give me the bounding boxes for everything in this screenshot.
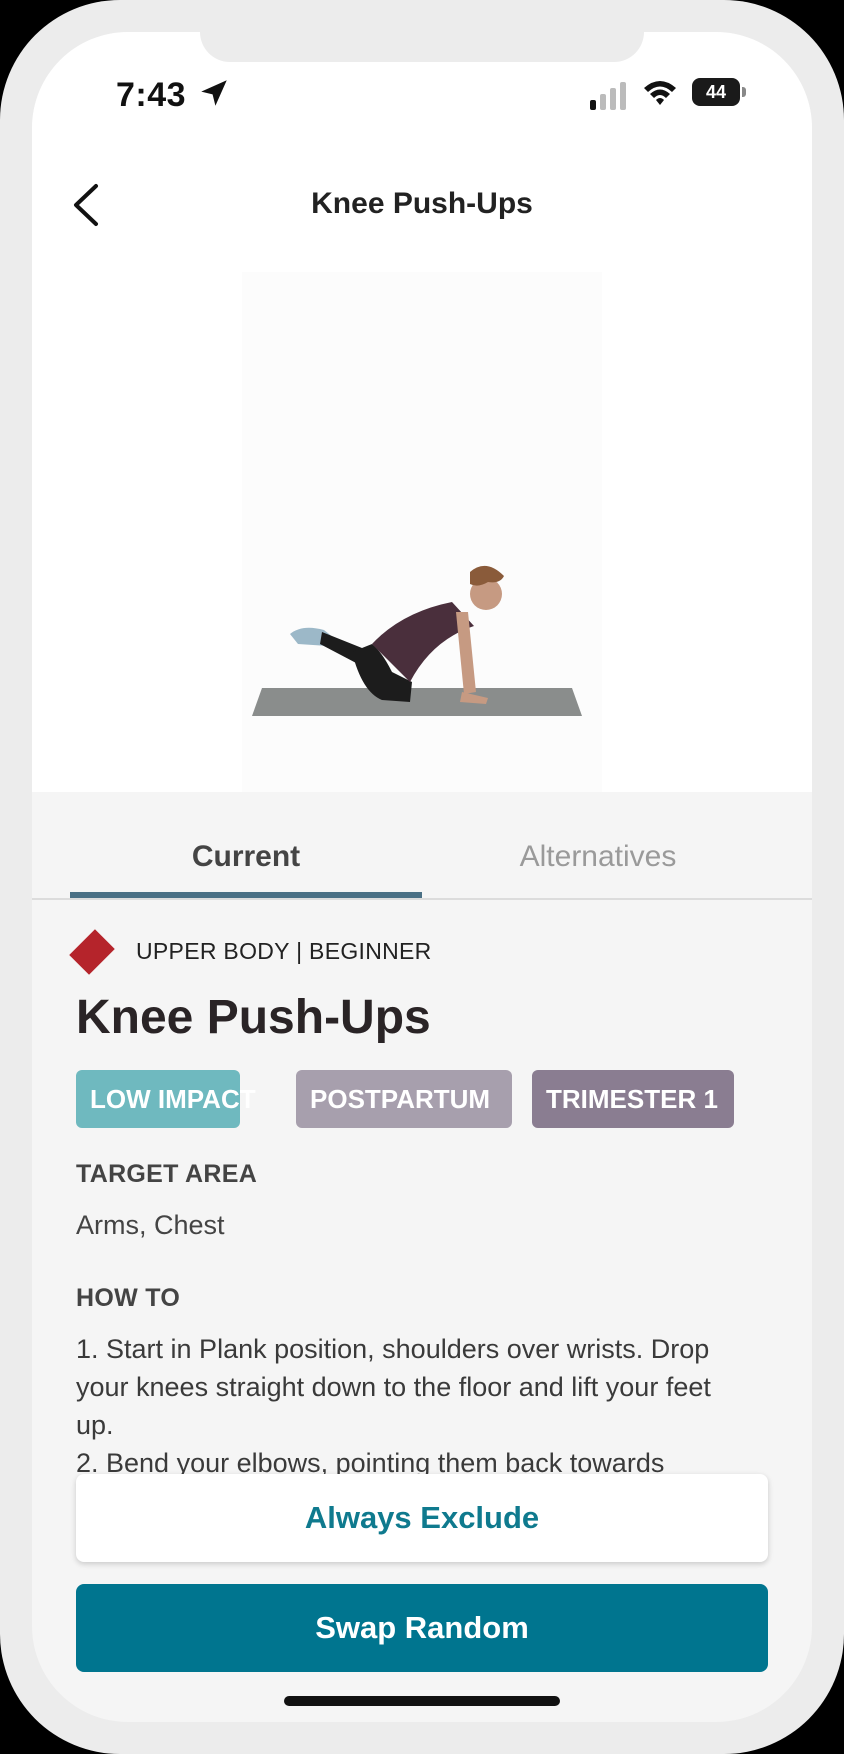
category-label: UPPER BODY | BEGINNER — [136, 938, 432, 964]
how-to-instructions: 1. Start in Plank position, shoulders ov… — [76, 1330, 716, 1478]
page-title: Knee Push-Ups — [311, 187, 533, 220]
battery-icon: 44 — [692, 78, 746, 106]
always-exclude-button[interactable]: Always Exclude — [76, 1474, 768, 1562]
target-area-label: TARGET AREA — [76, 1160, 258, 1188]
device-notch — [200, 32, 644, 62]
tag-low-impact: LOW IMPACT — [76, 1070, 256, 1128]
tab-divider — [32, 898, 812, 900]
home-indicator[interactable] — [284, 1696, 560, 1706]
target-area-value: Arms, Chest — [76, 1210, 225, 1240]
exercise-illustration — [252, 565, 582, 716]
tag-postpartum: POSTPARTUM — [296, 1070, 512, 1128]
tab-bar: Current Alternatives — [32, 822, 812, 902]
tab-alternatives[interactable]: Alternatives — [422, 822, 774, 892]
tab-current[interactable]: Current — [70, 822, 422, 892]
status-time: 7:43 — [116, 76, 187, 114]
how-to-label: HOW TO — [76, 1284, 181, 1312]
how-to-step: 2. Bend your elbows, pointing them back … — [76, 1448, 665, 1478]
app-screen: 7:43 44 Knee Push-Ups Current Alternativ… — [32, 32, 812, 1722]
wifi-icon — [644, 81, 676, 105]
yoga-mat — [252, 688, 582, 716]
swap-random-button[interactable]: Swap Random — [76, 1584, 768, 1672]
phone-frame: 7:43 44 Knee Push-Ups Current Alternativ… — [0, 0, 844, 1754]
location-arrow-icon — [201, 80, 227, 106]
cellular-signal-icon — [590, 82, 626, 110]
exercise-video[interactable] — [242, 272, 602, 792]
how-to-step: 1. Start in Plank position, shoulders ov… — [76, 1334, 711, 1440]
exercise-name: Knee Push-Ups — [76, 991, 431, 1044]
tag-trimester-1: TRIMESTER 1 — [532, 1070, 734, 1128]
red-diamond-icon — [69, 929, 115, 975]
